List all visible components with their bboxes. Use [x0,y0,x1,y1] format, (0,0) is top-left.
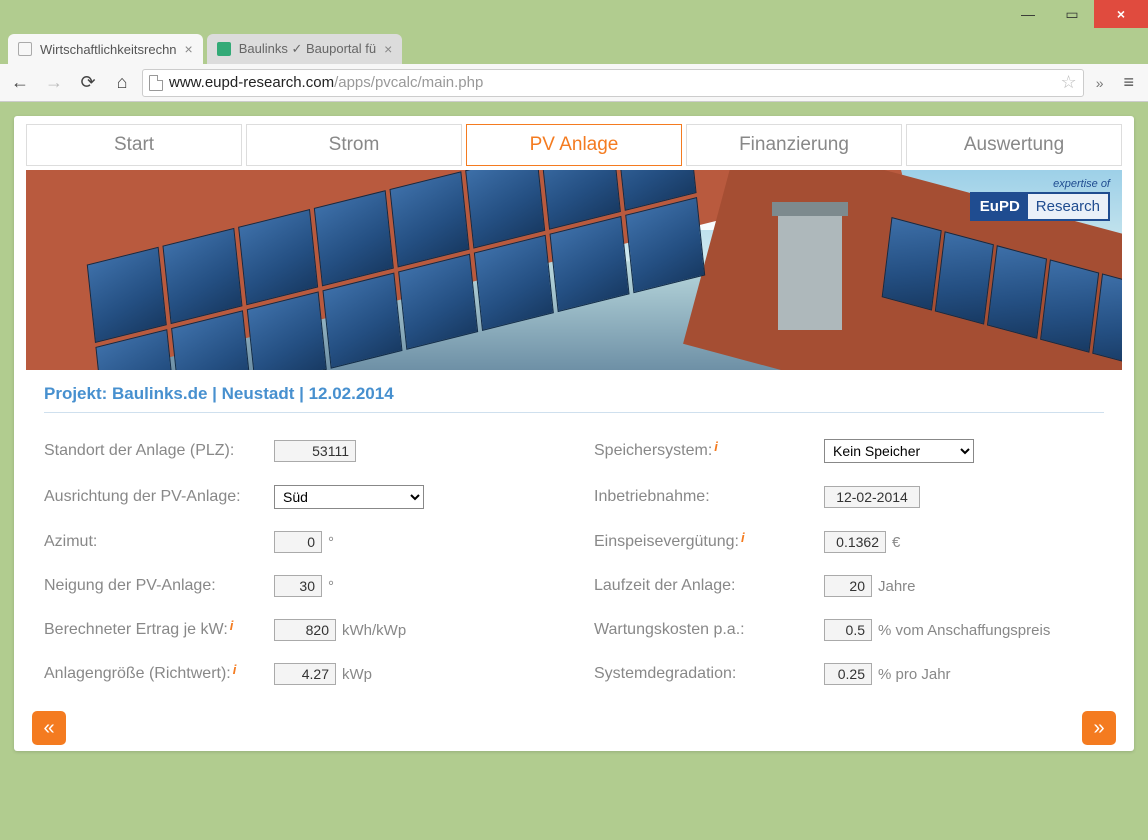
form-row-speichersystem: Speichersystem:iKein Speicher [594,439,1104,463]
page-content: Start Strom PV Anlage Finanzierung Auswe… [14,116,1134,751]
anlagengr-e-richtwert-input[interactable] [274,663,336,685]
form-row-ausrichtung-der-pv-anlage: Ausrichtung der PV-Anlage:Süd [44,485,554,509]
unit-label: ° [328,578,334,595]
form-label: Ausrichtung der PV-Anlage: [44,488,274,506]
hero-banner: expertise of EuPD Research [26,170,1122,370]
site-icon [149,75,163,91]
azimut-input[interactable] [274,531,322,553]
tab-start[interactable]: Start [26,124,242,166]
info-icon[interactable]: i [233,662,237,677]
close-button[interactable]: × [1094,0,1148,28]
laufzeit-der-anlage-input[interactable] [824,575,872,597]
form-label: Neigung der PV-Anlage: [44,577,274,595]
maximize-button[interactable]: ▭ [1050,0,1094,28]
systemdegradation-input[interactable] [824,663,872,685]
tab-strom[interactable]: Strom [246,124,462,166]
form-label: Berechneter Ertrag je kW:i [44,621,274,639]
bookmark-star-icon[interactable]: ☆ [1061,72,1077,93]
forward-button[interactable]: → [40,69,68,97]
unit-label: % pro Jahr [878,666,951,683]
form-row-wartungskosten-p-a: Wartungskosten p.a.: % vom Anschaffungspr… [594,619,1104,641]
reload-button[interactable]: ⟳ [74,69,102,97]
info-icon[interactable]: i [714,439,718,454]
unit-label: % vom Anschaffungspreis [878,622,1050,639]
unit-label: Jahre [878,578,916,595]
tab-finanzierung[interactable]: Finanzierung [686,124,902,166]
form-label: Einspeisevergütung:i [594,533,824,551]
tab-pv-anlage[interactable]: PV Anlage [466,124,682,166]
unit-label: € [892,534,900,551]
home-button[interactable]: ⌂ [108,69,136,97]
address-bar: ← → ⟳ ⌂ www.eupd-research.com/apps/pvcal… [0,64,1148,102]
unit-label: ° [328,534,334,551]
form-row-inbetriebnahme: Inbetriebnahme: [594,485,1104,509]
einspeiseverg-tung-input[interactable] [824,531,886,553]
form-row-azimut: Azimut: ° [44,531,554,553]
speichersystem-select[interactable]: Kein Speicher [824,439,974,463]
browser-tab[interactable]: Baulinks ✓ Bauportal fü × [207,34,403,64]
wartungskosten-p-a-input[interactable] [824,619,872,641]
project-title: Projekt: Baulinks.de | Neustadt | 12.02.… [44,384,1104,413]
tab-close-icon[interactable]: × [185,41,193,57]
url-path: /apps/pvcalc/main.php [334,74,483,91]
form-label: Anlagengröße (Richtwert):i [44,665,274,683]
next-button[interactable]: » [1082,711,1116,745]
overflow-icon[interactable]: » [1090,75,1110,91]
form-grid: Standort der Anlage (PLZ): Speichersystem… [44,439,1104,685]
form-label: Systemdegradation: [594,665,824,683]
browser-tab-active[interactable]: Wirtschaftlichkeitsrechn × [8,34,203,64]
neigung-der-pv-anlage-input[interactable] [274,575,322,597]
form-label: Inbetriebnahme: [594,488,824,506]
window-titlebar: — ▭ × [0,0,1148,28]
form-label: Wartungskosten p.a.: [594,621,824,639]
form-row-einspeiseverg-tung: Einspeisevergütung:i € [594,531,1104,553]
brand-tagline: expertise of [970,178,1110,190]
url-host: www.eupd-research.com [169,74,334,91]
brand-badge: expertise of EuPD Research [970,178,1110,221]
form-label: Standort der Anlage (PLZ): [44,442,274,460]
form-row-berechneter-ertrag-je-kw: Berechneter Ertrag je kW:i kWh/kWp [44,619,554,641]
form-row-systemdegradation: Systemdegradation: % pro Jahr [594,663,1104,685]
menu-icon[interactable]: ≡ [1115,72,1142,93]
form-row-laufzeit-der-anlage: Laufzeit der Anlage: Jahre [594,575,1104,597]
form-label: Laufzeit der Anlage: [594,577,824,595]
main-tabs: Start Strom PV Anlage Finanzierung Auswe… [14,116,1134,166]
form-row-standort-der-anlage-plz: Standort der Anlage (PLZ): [44,439,554,463]
tab-auswertung[interactable]: Auswertung [906,124,1122,166]
minimize-button[interactable]: — [1006,0,1050,28]
tab-close-icon[interactable]: × [384,41,392,57]
brand-right: Research [1028,194,1108,219]
form-label: Speichersystem:i [594,442,824,460]
brand-left: EuPD [972,194,1028,219]
back-button[interactable]: ← [6,69,34,97]
page-icon [217,42,231,56]
standort-der-anlage-plz-input[interactable] [274,440,356,462]
page-icon [18,42,32,56]
tab-title: Baulinks ✓ Bauportal fü [239,41,376,57]
info-icon[interactable]: i [230,618,234,633]
form-label: Azimut: [44,533,274,551]
info-icon[interactable]: i [741,530,745,545]
unit-label: kWh/kWp [342,622,406,639]
tab-title: Wirtschaftlichkeitsrechn [40,42,177,57]
berechneter-ertrag-je-kw-input[interactable] [274,619,336,641]
form-row-neigung-der-pv-anlage: Neigung der PV-Anlage: ° [44,575,554,597]
prev-button[interactable]: « [32,711,66,745]
unit-label: kWp [342,666,372,683]
browser-tab-strip: Wirtschaftlichkeitsrechn × Baulinks ✓ Ba… [0,28,1148,64]
ausrichtung-der-pv-anlage-select[interactable]: Süd [274,485,424,509]
form-row-anlagengr-e-richtwert: Anlagengröße (Richtwert):i kWp [44,663,554,685]
inbetriebnahme-input[interactable] [824,486,920,508]
url-input[interactable]: www.eupd-research.com/apps/pvcalc/main.p… [142,69,1084,97]
